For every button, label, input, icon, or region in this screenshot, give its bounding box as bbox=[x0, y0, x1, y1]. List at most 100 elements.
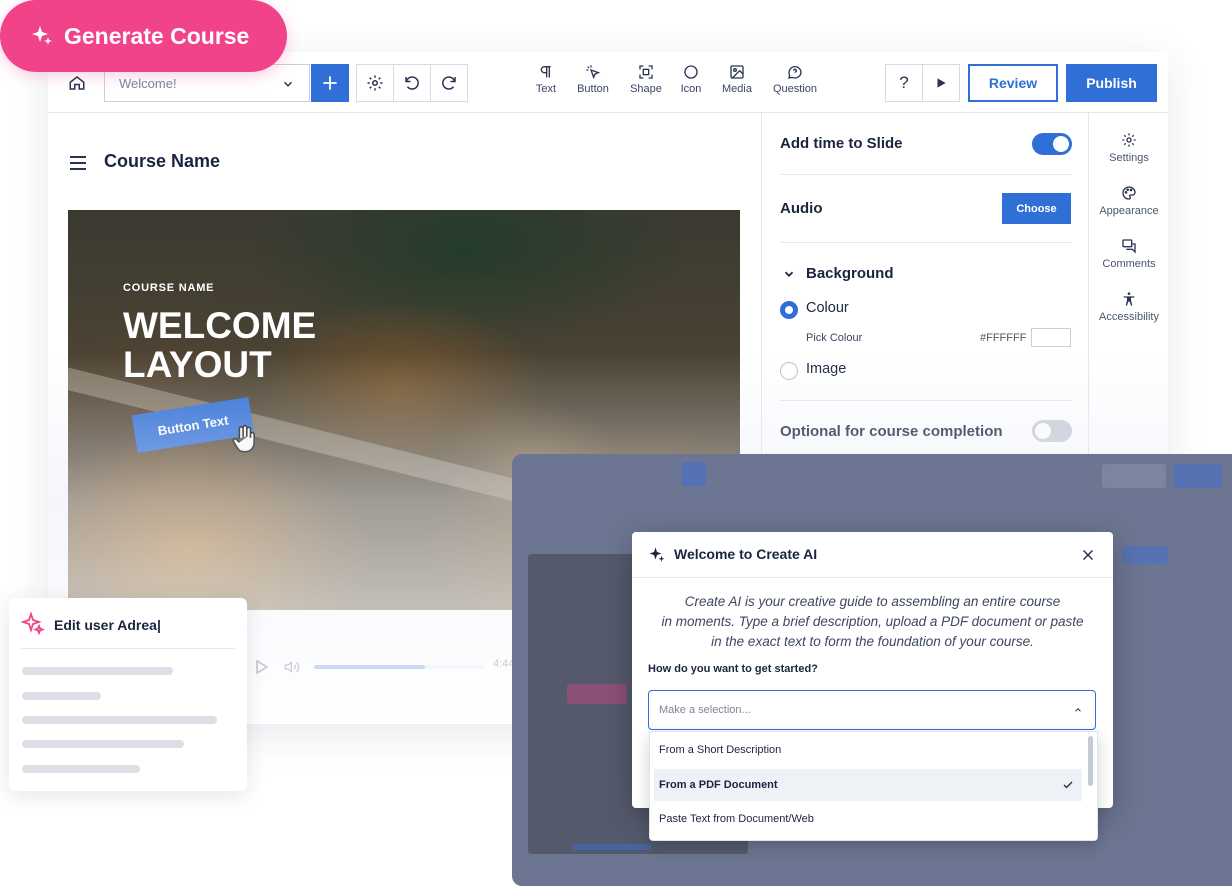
slide-title: WELCOME LAYOUT bbox=[123, 306, 423, 384]
skeleton-line bbox=[22, 692, 101, 700]
divider bbox=[780, 242, 1072, 243]
slide-title-line-1: WELCOME bbox=[123, 305, 317, 346]
tool-media[interactable]: Media bbox=[709, 64, 765, 95]
rail-item-appearance[interactable]: Appearance bbox=[1089, 185, 1168, 217]
gear-icon bbox=[367, 75, 383, 91]
modal-description-line: in moments. Type a brief description, up… bbox=[661, 614, 1084, 629]
publish-button[interactable]: Publish bbox=[1066, 64, 1157, 102]
circle-icon bbox=[684, 65, 698, 79]
redo-button[interactable] bbox=[430, 64, 468, 102]
edit-user-title: Edit user Adrea| bbox=[54, 617, 161, 633]
help-button[interactable]: ? bbox=[885, 64, 923, 102]
add-slide-button[interactable] bbox=[311, 64, 349, 102]
progress-track[interactable] bbox=[314, 665, 484, 669]
rail-item-accessibility[interactable]: Accessibility bbox=[1089, 291, 1168, 323]
option-paste-text[interactable]: Paste Text from Document/Web bbox=[650, 803, 1082, 835]
option-pdf-document[interactable]: From a PDF Document bbox=[654, 769, 1082, 801]
modal-description-line: in the exact text to form the foundation… bbox=[711, 634, 1034, 649]
colour-swatch[interactable] bbox=[1031, 328, 1071, 347]
scrollbar[interactable] bbox=[1088, 736, 1093, 786]
image-icon bbox=[730, 65, 744, 79]
play-icon[interactable] bbox=[256, 660, 268, 674]
sparkle-icon bbox=[21, 612, 45, 636]
chevron-up-icon bbox=[1075, 708, 1081, 712]
add-time-toggle[interactable] bbox=[1032, 133, 1072, 155]
preview-button[interactable] bbox=[922, 64, 960, 102]
pointer-click-icon bbox=[586, 65, 601, 80]
sparkle-icon bbox=[649, 547, 665, 562]
settings-button[interactable] bbox=[356, 64, 394, 102]
tool-icon-label: Icon bbox=[680, 83, 702, 95]
divider bbox=[780, 400, 1072, 401]
sparkle-icon bbox=[32, 26, 52, 45]
redo-icon bbox=[442, 76, 456, 90]
play-icon bbox=[937, 78, 946, 88]
ghost-element bbox=[567, 684, 627, 704]
image-radio[interactable] bbox=[780, 362, 798, 380]
slide-title-line-2: LAYOUT bbox=[123, 344, 272, 385]
pilcrow-icon bbox=[540, 66, 551, 78]
slide-select-value: Welcome! bbox=[119, 75, 177, 91]
close-icon[interactable] bbox=[1079, 546, 1097, 564]
shape-icon bbox=[639, 65, 653, 79]
ghost-element bbox=[1102, 464, 1166, 488]
home-icon bbox=[69, 76, 85, 90]
chevron-down-icon[interactable] bbox=[782, 267, 796, 281]
undo-icon bbox=[405, 76, 419, 90]
skeleton-line bbox=[22, 667, 173, 675]
divider bbox=[780, 174, 1072, 175]
generate-course-label: Generate Course bbox=[64, 22, 250, 49]
start-method-select[interactable]: Make a selection... bbox=[648, 690, 1096, 730]
volume-icon[interactable] bbox=[284, 659, 300, 675]
tool-question-label: Question bbox=[772, 83, 818, 95]
rail-item-label: Accessibility bbox=[1099, 311, 1159, 323]
colour-radio[interactable] bbox=[780, 301, 798, 319]
question-bubble-icon bbox=[788, 66, 802, 79]
add-time-label: Add time to Slide bbox=[780, 135, 903, 152]
optional-toggle[interactable] bbox=[1032, 420, 1072, 442]
rail-item-settings[interactable]: Settings bbox=[1089, 132, 1168, 164]
undo-button[interactable] bbox=[393, 64, 431, 102]
tool-button[interactable]: Button bbox=[565, 64, 621, 95]
review-button[interactable]: Review bbox=[968, 64, 1058, 102]
skeleton-line bbox=[22, 716, 217, 724]
modal-description-line: Create AI is your creative guide to asse… bbox=[684, 594, 1061, 609]
modal-header: Welcome to Create AI bbox=[632, 532, 1113, 578]
edit-user-card: Edit user Adrea| bbox=[9, 598, 247, 791]
modal-description: Create AI is your creative guide to asse… bbox=[648, 592, 1097, 652]
progress-fill bbox=[314, 665, 425, 669]
optional-label: Optional for course completion bbox=[780, 423, 1003, 440]
palette-icon bbox=[1122, 186, 1136, 200]
rail-item-label: Settings bbox=[1109, 152, 1149, 164]
help-label: ? bbox=[899, 73, 909, 92]
tool-question[interactable]: Question bbox=[767, 64, 823, 95]
skeleton-line bbox=[22, 765, 140, 773]
toggle-knob bbox=[1053, 136, 1069, 152]
option-label: From a PDF Document bbox=[659, 779, 778, 791]
tool-button-label: Button bbox=[577, 83, 609, 95]
check-icon bbox=[1063, 781, 1073, 789]
generate-course-button[interactable]: Generate Course bbox=[0, 0, 287, 72]
toggle-knob bbox=[1035, 423, 1051, 439]
skeleton-line bbox=[22, 740, 184, 748]
menu-icon[interactable] bbox=[70, 156, 86, 170]
course-header: Course Name bbox=[48, 113, 760, 209]
option-short-description[interactable]: From a Short Description bbox=[650, 734, 1082, 766]
background-label: Background bbox=[806, 265, 894, 282]
ghost-element bbox=[572, 844, 652, 850]
tool-text-label: Text bbox=[535, 83, 557, 95]
accessibility-icon bbox=[1123, 292, 1135, 306]
modal-title: Welcome to Create AI bbox=[674, 546, 818, 562]
colour-label: Colour bbox=[806, 300, 849, 316]
slide-kicker: COURSE NAME bbox=[123, 282, 215, 294]
comments-icon bbox=[1122, 239, 1136, 254]
tool-shape-label: Shape bbox=[630, 83, 662, 95]
ghost-element bbox=[1122, 546, 1168, 564]
choose-audio-button[interactable]: Choose bbox=[1002, 193, 1071, 224]
start-question: How do you want to get started? bbox=[648, 663, 818, 675]
tool-media-label: Media bbox=[722, 83, 752, 95]
rail-item-comments[interactable]: Comments bbox=[1089, 238, 1168, 270]
gear-icon bbox=[1122, 133, 1136, 147]
colour-hex-value: #FFFFFF bbox=[980, 332, 1027, 344]
divider bbox=[21, 648, 235, 649]
